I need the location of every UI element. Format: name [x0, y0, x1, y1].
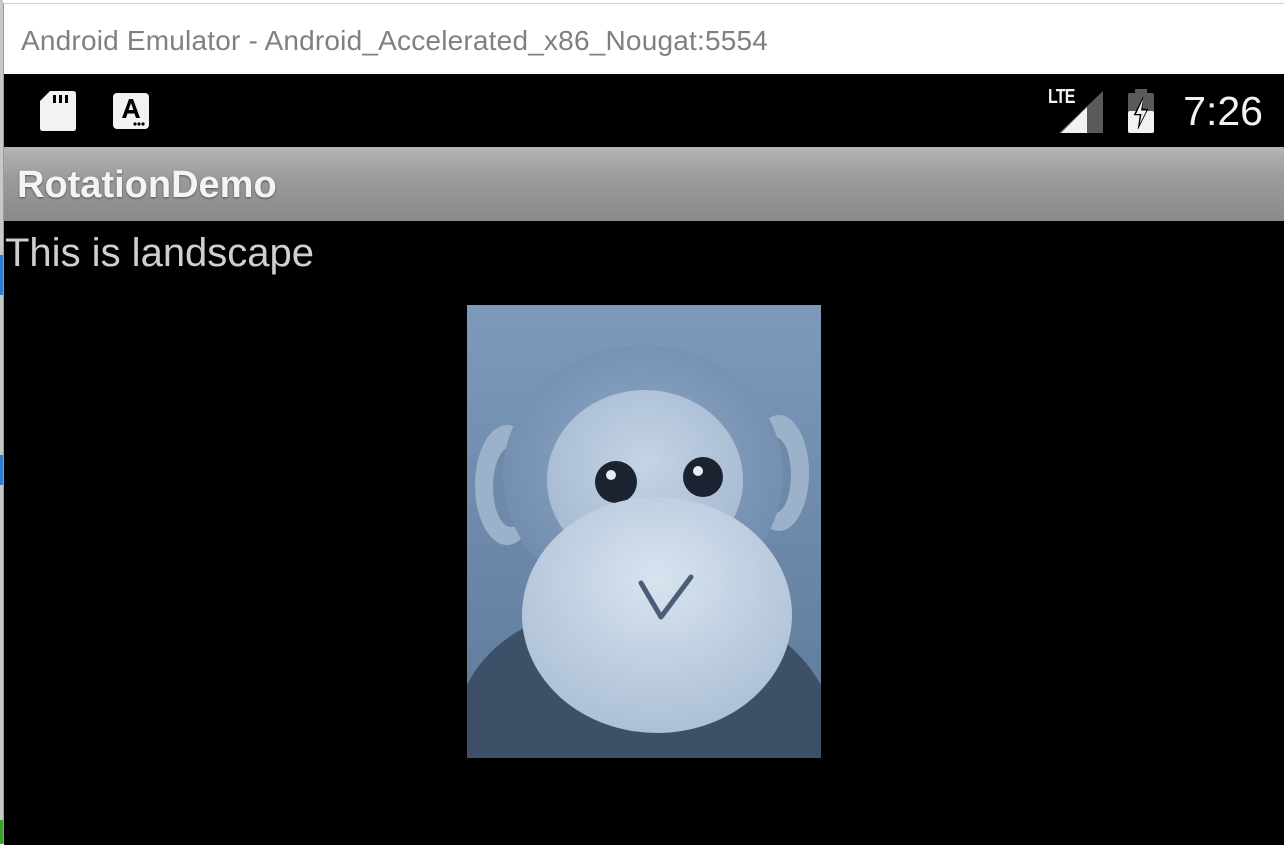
battery-charging-icon — [1126, 89, 1156, 138]
signal-icon — [1059, 91, 1103, 138]
emulator-window: Android Emulator - Android_Accelerated_x… — [3, 3, 1284, 845]
action-bar: RotationDemo — [4, 147, 1284, 221]
device-screen[interactable]: LTE 7:26 RotationDemo This is landscape — [4, 74, 1284, 845]
sd-card-icon — [40, 91, 76, 136]
status-clock: 7:26 — [1183, 88, 1263, 134]
keyboard-a-icon — [113, 93, 149, 134]
monkey-image — [467, 305, 821, 758]
app-title: RotationDemo — [17, 164, 277, 206]
window-titlebar[interactable]: Android Emulator - Android_Accelerated_x… — [4, 4, 1284, 74]
window-title: Android Emulator - Android_Accelerated_x… — [21, 25, 769, 56]
status-bar: LTE 7:26 — [4, 74, 1284, 147]
orientation-label: This is landscape — [5, 231, 315, 275]
